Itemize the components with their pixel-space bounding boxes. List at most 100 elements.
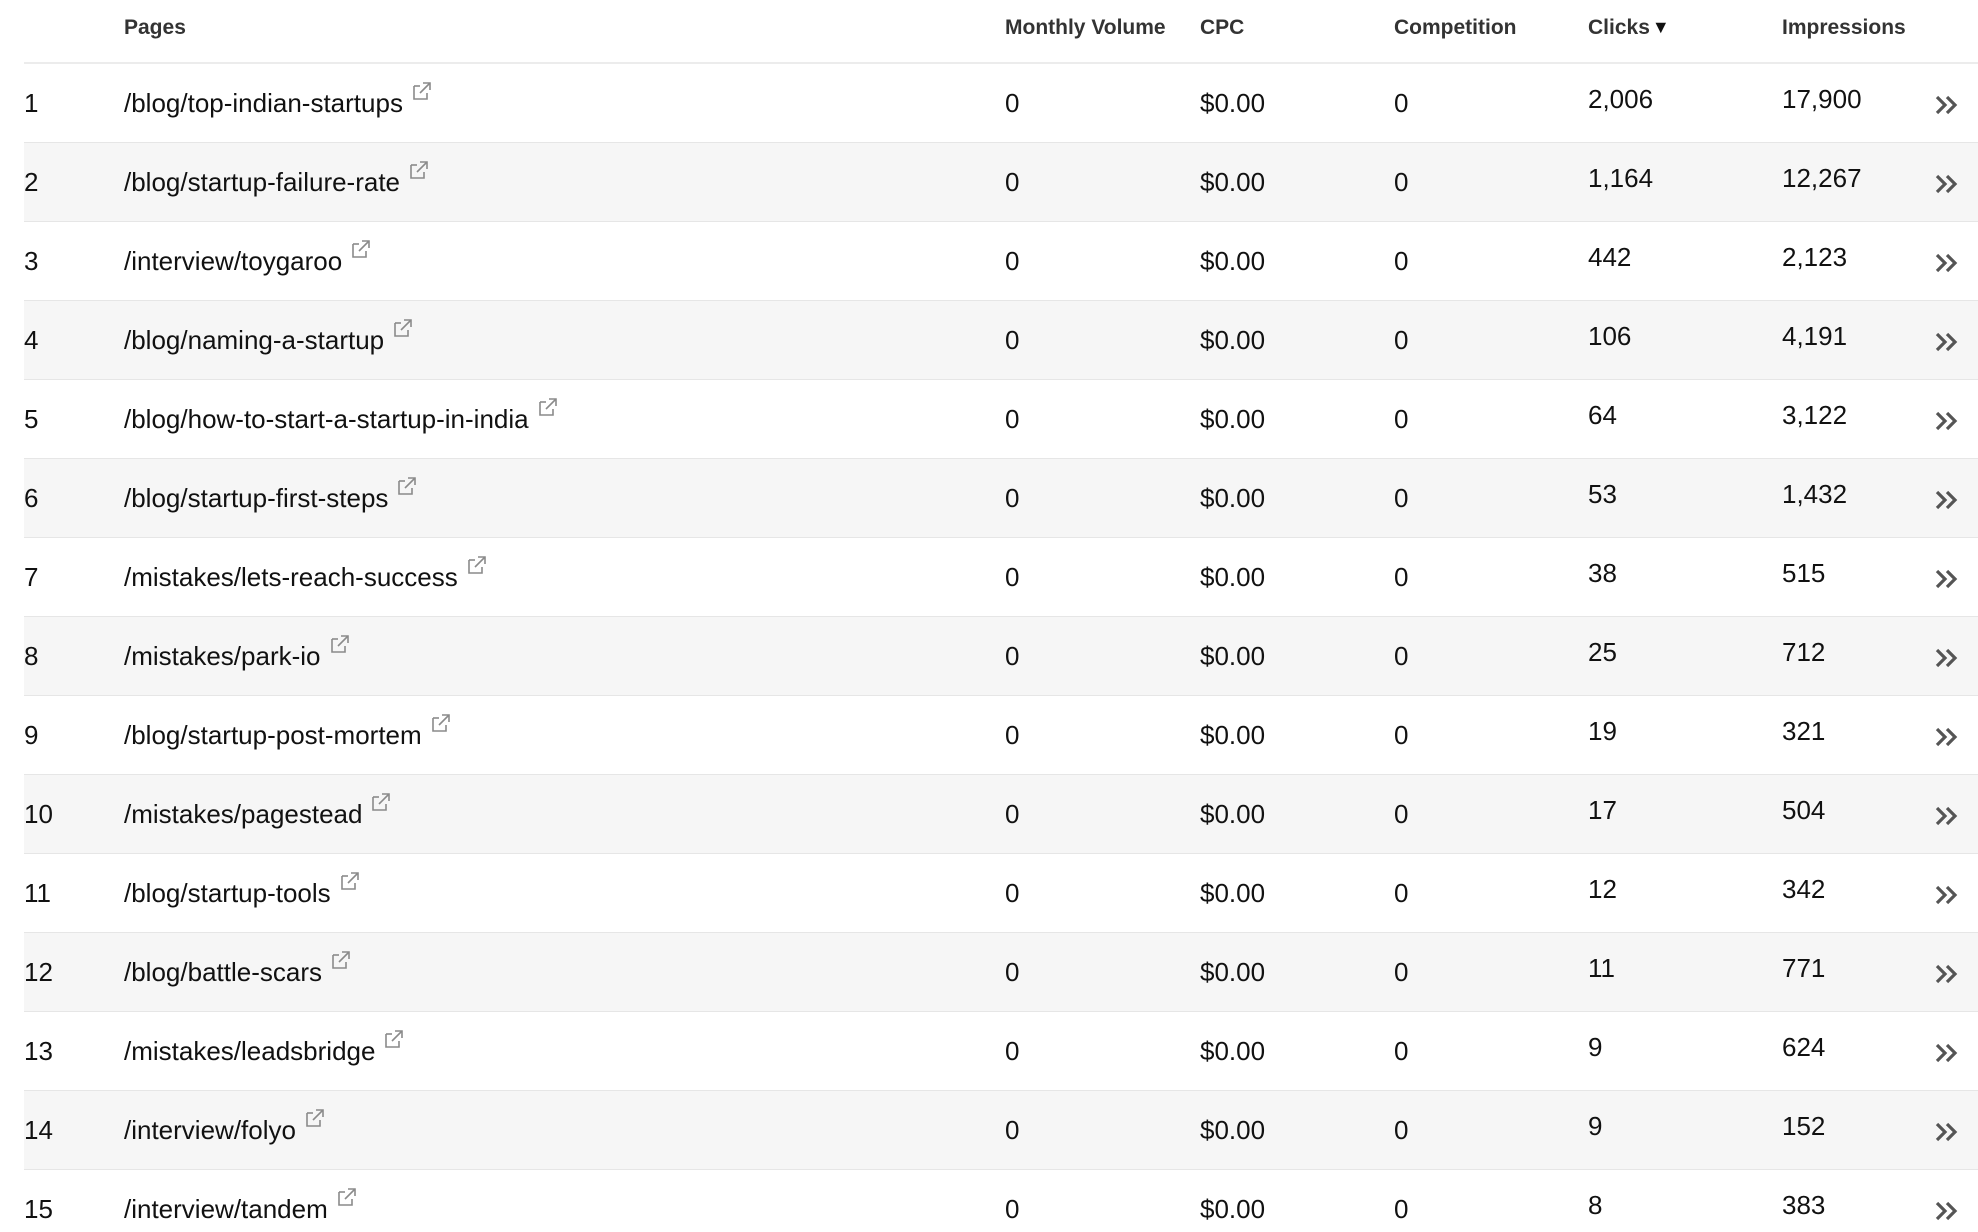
page-path-link[interactable]: /blog/startup-post-mortem	[124, 720, 422, 751]
column-header-impressions[interactable]: Impressions	[1782, 16, 1906, 40]
external-link-icon[interactable]	[329, 633, 351, 655]
page-path-link[interactable]: /blog/battle-scars	[124, 957, 322, 988]
external-link-icon[interactable]	[466, 554, 488, 576]
row-page: /mistakes/park-io	[124, 635, 351, 672]
external-link-icon[interactable]	[336, 1186, 358, 1208]
external-link-icon[interactable]	[330, 949, 352, 971]
row-rank: 14	[24, 1115, 53, 1145]
column-header-clicks[interactable]: Clicks ▼	[1588, 16, 1670, 40]
row-competition: 0	[1394, 562, 1409, 592]
external-link-icon[interactable]	[430, 712, 452, 734]
row-impressions: 383	[1782, 1190, 1826, 1220]
table-row: 15 /interview/tandem 0 $0.00 0 8 383	[24, 1170, 1978, 1232]
row-details-button[interactable]	[1932, 248, 1962, 285]
table-row: 13 /mistakes/leadsbridge 0 $0.00 0 9 624	[24, 1012, 1978, 1091]
external-link-icon[interactable]	[392, 317, 414, 339]
row-monthly-volume: 0	[1005, 325, 1020, 355]
row-details-button[interactable]	[1932, 801, 1962, 838]
page-path-link[interactable]: /interview/tandem	[124, 1194, 328, 1225]
row-competition: 0	[1394, 1115, 1409, 1145]
row-details-button[interactable]	[1932, 722, 1962, 759]
row-impressions: 1,432	[1782, 479, 1848, 509]
table-row: 9 /blog/startup-post-mortem 0 $0.00 0 19…	[24, 696, 1978, 775]
table-row: 7 /mistakes/lets-reach-success 0 $0.00 0…	[24, 538, 1978, 617]
row-monthly-volume: 0	[1005, 720, 1020, 750]
row-clicks: 442	[1588, 242, 1632, 272]
row-page: /blog/battle-scars	[124, 951, 352, 988]
external-link-icon[interactable]	[350, 238, 372, 260]
page-path-link[interactable]: /interview/folyo	[124, 1115, 296, 1146]
row-page: /blog/top-indian-startups	[124, 82, 433, 119]
column-header-cpc[interactable]: CPC	[1200, 16, 1244, 40]
column-header-pages[interactable]: Pages	[124, 16, 186, 40]
row-details-button[interactable]	[1932, 90, 1962, 127]
page-path-link[interactable]: /mistakes/park-io	[124, 641, 321, 672]
row-cpc: $0.00	[1200, 483, 1266, 513]
row-clicks: 2,006	[1588, 84, 1654, 114]
row-competition: 0	[1394, 1194, 1409, 1224]
row-rank: 10	[24, 799, 53, 829]
row-rank: 4	[24, 325, 39, 355]
external-link-icon[interactable]	[304, 1107, 326, 1129]
row-impressions: 624	[1782, 1032, 1826, 1062]
row-details-button[interactable]	[1932, 327, 1962, 364]
row-details-button[interactable]	[1932, 1038, 1962, 1075]
double-chevron-right-icon	[1935, 332, 1958, 352]
external-link-icon[interactable]	[396, 475, 418, 497]
double-chevron-right-icon	[1935, 727, 1958, 747]
double-chevron-right-icon	[1935, 964, 1958, 984]
row-page: /blog/naming-a-startup	[124, 319, 414, 356]
page-path-link[interactable]: /blog/startup-tools	[124, 878, 331, 909]
page-path-link[interactable]: /mistakes/pagestead	[124, 799, 362, 830]
row-rank: 11	[24, 878, 51, 908]
column-header-monthly-volume[interactable]: Monthly Volume	[1005, 16, 1166, 40]
external-link-icon[interactable]	[339, 870, 361, 892]
row-details-button[interactable]	[1932, 1117, 1962, 1154]
table-row: 11 /blog/startup-tools 0 $0.00 0 12 342	[24, 854, 1978, 933]
row-details-button[interactable]	[1932, 1196, 1962, 1232]
page-path-link[interactable]: /blog/how-to-start-a-startup-in-india	[124, 404, 529, 435]
row-details-button[interactable]	[1932, 169, 1962, 206]
row-competition: 0	[1394, 720, 1409, 750]
row-clicks: 9	[1588, 1032, 1603, 1062]
row-competition: 0	[1394, 957, 1409, 987]
external-link-icon[interactable]	[408, 159, 430, 181]
row-cpc: $0.00	[1200, 167, 1266, 197]
row-impressions: 712	[1782, 637, 1826, 667]
external-link-icon[interactable]	[383, 1028, 405, 1050]
column-header-competition[interactable]: Competition	[1394, 16, 1516, 40]
row-details-button[interactable]	[1932, 564, 1962, 601]
row-clicks: 19	[1588, 716, 1617, 746]
row-competition: 0	[1394, 167, 1409, 197]
row-page: /mistakes/lets-reach-success	[124, 556, 488, 593]
pages-table: Pages Monthly Volume CPC Competition Cli…	[0, 0, 1978, 1232]
page-path-link[interactable]: /mistakes/leadsbridge	[124, 1036, 375, 1067]
external-link-icon[interactable]	[411, 80, 433, 102]
row-impressions: 342	[1782, 874, 1826, 904]
page-path-link[interactable]: /blog/startup-first-steps	[124, 483, 388, 514]
page-path-link[interactable]: /interview/toygaroo	[124, 246, 342, 277]
table-body: 1 /blog/top-indian-startups 0 $0.00 0 2,…	[0, 64, 1978, 1232]
row-rank: 1	[24, 88, 39, 118]
row-details-button[interactable]	[1932, 485, 1962, 522]
row-cpc: $0.00	[1200, 641, 1266, 671]
page-path-link[interactable]: /blog/startup-failure-rate	[124, 167, 400, 198]
row-details-button[interactable]	[1932, 406, 1962, 443]
row-cpc: $0.00	[1200, 1036, 1266, 1066]
row-rank: 13	[24, 1036, 53, 1066]
page-path-link[interactable]: /blog/top-indian-startups	[124, 88, 403, 119]
row-rank: 2	[24, 167, 39, 197]
page-path-link[interactable]: /mistakes/lets-reach-success	[124, 562, 458, 593]
row-cpc: $0.00	[1200, 325, 1266, 355]
double-chevron-right-icon	[1935, 1201, 1958, 1221]
column-header-clicks-label: Clicks	[1588, 16, 1650, 39]
external-link-icon[interactable]	[537, 396, 559, 418]
row-competition: 0	[1394, 878, 1409, 908]
row-details-button[interactable]	[1932, 880, 1962, 917]
row-monthly-volume: 0	[1005, 404, 1020, 434]
row-details-button[interactable]	[1932, 643, 1962, 680]
row-details-button[interactable]	[1932, 959, 1962, 996]
table-row: 1 /blog/top-indian-startups 0 $0.00 0 2,…	[24, 64, 1978, 143]
external-link-icon[interactable]	[370, 791, 392, 813]
page-path-link[interactable]: /blog/naming-a-startup	[124, 325, 384, 356]
